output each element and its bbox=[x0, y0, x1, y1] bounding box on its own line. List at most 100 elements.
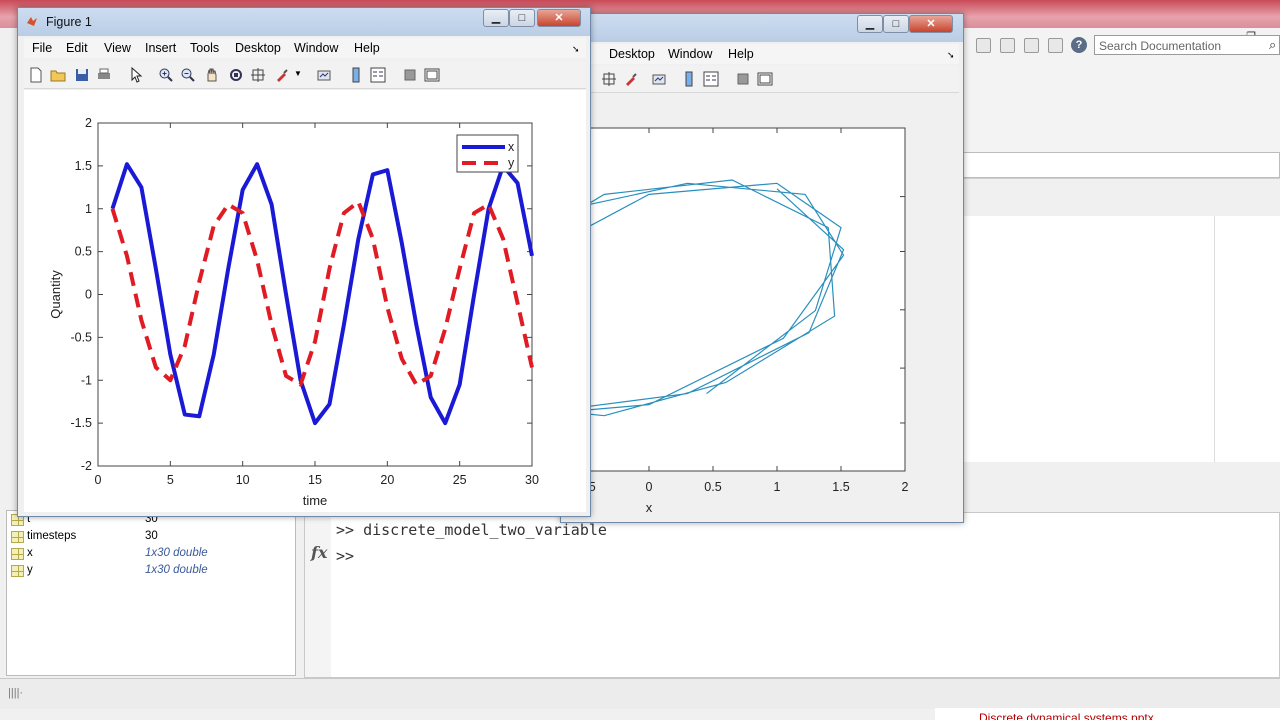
menu-help[interactable]: Help bbox=[728, 47, 754, 61]
hide-tools-icon[interactable] bbox=[735, 71, 751, 87]
menu-desktop[interactable]: Desktop bbox=[235, 41, 281, 55]
status-bar: ||||· bbox=[0, 678, 1280, 709]
minimize-button[interactable]: ▁ bbox=[483, 9, 509, 27]
search-documentation-input[interactable]: Search Documentation ⌕ bbox=[1094, 35, 1280, 55]
show-tools-icon[interactable] bbox=[424, 67, 440, 83]
y-tick-label: 2 bbox=[85, 116, 92, 130]
y-tick-label: -0.5 bbox=[70, 330, 92, 344]
legend-label-x: x bbox=[508, 140, 515, 154]
status-grip-icon: ||||· bbox=[8, 687, 24, 699]
pan-icon[interactable] bbox=[204, 67, 220, 83]
hide-tools-icon[interactable] bbox=[402, 67, 418, 83]
workspace-row[interactable]: y 1x30 double bbox=[11, 564, 291, 580]
current-folder-bar[interactable] bbox=[960, 152, 1280, 178]
dock-arrow-icon[interactable]: ➘ bbox=[572, 44, 580, 55]
command-prompt[interactable]: >> bbox=[336, 547, 354, 565]
figure-1-title: Figure 1 bbox=[46, 15, 92, 29]
legend-icon[interactable] bbox=[370, 67, 386, 83]
variable-icon bbox=[11, 565, 24, 577]
variable-name: y bbox=[27, 564, 33, 576]
x-tick-label: 0.5 bbox=[704, 480, 721, 494]
y-tick-label: 1.5 bbox=[75, 159, 92, 173]
figure-1-titlebar[interactable]: Figure 1 ▁ □ ✕ bbox=[18, 8, 590, 36]
search-documentation-placeholder: Search Documentation bbox=[1099, 39, 1222, 53]
menu-help[interactable]: Help bbox=[354, 41, 380, 55]
phase-plot[interactable]: -0.500.511.52x bbox=[561, 93, 961, 521]
variable-value: 1x30 double bbox=[145, 564, 208, 576]
command-window[interactable]: fx >> discrete_model_two_variable >> bbox=[304, 512, 1280, 678]
y-tick-label: 0.5 bbox=[75, 245, 92, 259]
figure-1-window: Figure 1 ▁ □ ✕ File Edit View Insert Too… bbox=[17, 7, 591, 517]
minimize-button[interactable]: ▁ bbox=[857, 15, 883, 33]
show-tools-icon[interactable] bbox=[757, 71, 773, 87]
zoom-out-icon[interactable] bbox=[180, 67, 196, 83]
maximize-button[interactable]: □ bbox=[883, 15, 909, 33]
menu-window[interactable]: Window bbox=[294, 41, 338, 55]
paste-icon[interactable] bbox=[1024, 38, 1039, 53]
brush-dropdown-icon[interactable]: ▼ bbox=[294, 69, 310, 85]
brush-icon[interactable] bbox=[623, 71, 639, 87]
legend-icon[interactable] bbox=[703, 71, 719, 87]
layout-icon[interactable] bbox=[1048, 38, 1063, 53]
x-tick-label: 0 bbox=[95, 473, 102, 487]
figure-2-window: ▁ □ ✕ Desktop Window Help ➘ -0.500.511.5… bbox=[560, 13, 964, 523]
pointer-icon[interactable] bbox=[128, 67, 144, 83]
menu-edit[interactable]: Edit bbox=[66, 41, 88, 55]
print-icon[interactable] bbox=[96, 67, 112, 83]
link-icon[interactable] bbox=[651, 71, 667, 87]
y-tick-label: -1.5 bbox=[70, 416, 92, 430]
variable-name: x bbox=[27, 547, 33, 559]
workspace-row[interactable]: x 1x30 double bbox=[11, 547, 291, 563]
y-tick-label: -1 bbox=[81, 373, 92, 387]
open-icon[interactable] bbox=[50, 67, 66, 83]
data-cursor-icon[interactable] bbox=[250, 67, 266, 83]
x-tick-label: 5 bbox=[167, 473, 174, 487]
y-tick-label: 0 bbox=[85, 288, 92, 302]
close-button[interactable]: ✕ bbox=[537, 9, 581, 27]
brush-icon[interactable] bbox=[274, 67, 290, 83]
maximize-button[interactable]: □ bbox=[509, 9, 535, 27]
link-icon[interactable] bbox=[316, 67, 332, 83]
menu-window[interactable]: Window bbox=[668, 47, 712, 61]
x-tick-label: 15 bbox=[308, 473, 322, 487]
editor-panel bbox=[964, 216, 1280, 462]
taskbar-item-label: Discrete dynamical systems.pptx bbox=[979, 711, 1154, 720]
copy-icon[interactable] bbox=[1000, 38, 1015, 53]
variable-name: timesteps bbox=[27, 530, 77, 542]
menu-desktop[interactable]: Desktop bbox=[609, 47, 655, 61]
function-browser-icon[interactable]: fx bbox=[311, 543, 327, 562]
zoom-in-icon[interactable] bbox=[158, 67, 174, 83]
time-series-plot[interactable]: 0 5 10 15 20 25 30 -2 -1.5 -1 -0.5 0 0.5 1 1.5 2 time Qua… bbox=[24, 90, 586, 512]
command-gutter: fx bbox=[305, 513, 331, 677]
save-icon[interactable] bbox=[74, 67, 90, 83]
colorbar-icon[interactable] bbox=[348, 67, 364, 83]
variable-value: 30 bbox=[145, 530, 158, 542]
cut-icon[interactable] bbox=[976, 38, 991, 53]
x-tick-label: 2 bbox=[902, 480, 909, 494]
menu-tools[interactable]: Tools bbox=[190, 41, 219, 55]
variable-value: 1x30 double bbox=[145, 547, 208, 559]
colorbar-icon[interactable] bbox=[681, 71, 697, 87]
matlab-logo-icon bbox=[27, 17, 37, 26]
search-icon[interactable]: ⌕ bbox=[1269, 37, 1276, 53]
x-axis-label: x bbox=[646, 500, 653, 515]
dock-arrow-icon[interactable]: ➘ bbox=[947, 50, 955, 61]
new-figure-icon[interactable] bbox=[28, 67, 44, 83]
close-button[interactable]: ✕ bbox=[909, 15, 953, 33]
figure-1-menubar: File Edit View Insert Tools Desktop Wind… bbox=[24, 38, 586, 58]
figure-2-titlebar[interactable]: ▁ □ ✕ bbox=[561, 14, 963, 42]
help-icon[interactable]: ? bbox=[1071, 37, 1087, 53]
data-cursor-icon[interactable] bbox=[601, 71, 617, 87]
x-tick-label: 25 bbox=[453, 473, 467, 487]
variable-icon bbox=[11, 531, 24, 543]
taskbar-item[interactable]: Discrete dynamical systems.pptx bbox=[935, 708, 1280, 720]
figure-2-toolbar bbox=[567, 66, 959, 93]
menu-view[interactable]: View bbox=[104, 41, 131, 55]
workspace-row[interactable]: timesteps 30 bbox=[11, 530, 291, 546]
x-tick-label: 10 bbox=[236, 473, 250, 487]
x-tick-label: 1.5 bbox=[832, 480, 849, 494]
rotate-icon[interactable] bbox=[228, 67, 244, 83]
menu-insert[interactable]: Insert bbox=[145, 41, 176, 55]
menu-file[interactable]: File bbox=[32, 41, 52, 55]
y-tick-label: -2 bbox=[81, 459, 92, 473]
